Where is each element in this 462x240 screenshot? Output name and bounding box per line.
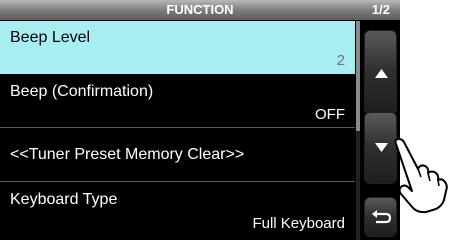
menu-item-beep-level[interactable]: Beep Level 2 xyxy=(0,21,355,74)
up-arrow-icon xyxy=(375,69,388,78)
menu-item-value: 2 xyxy=(336,52,345,69)
menu-item-label: Keyboard Type xyxy=(10,191,118,208)
page-title: FUNCTION xyxy=(166,2,234,17)
menu-item-value: OFF xyxy=(315,106,345,123)
menu-item-label: <<Tuner Preset Memory Clear>> xyxy=(10,146,245,163)
scroll-up-button[interactable] xyxy=(364,30,397,115)
menu-item-keyboard-type[interactable]: Keyboard Type Full Keyboard xyxy=(0,183,355,236)
scrollbar[interactable] xyxy=(356,21,360,240)
scrollbar-thumb[interactable] xyxy=(356,21,360,131)
menu-item-beep-confirmation[interactable]: Beep (Confirmation) OFF xyxy=(0,75,355,128)
page-indicator: 1/2 xyxy=(371,2,390,17)
menu-list: Beep Level 2 Beep (Confirmation) OFF <<T… xyxy=(0,21,360,240)
pointing-hand-icon xyxy=(394,138,448,214)
title-bar: FUNCTION 1/2 xyxy=(0,0,400,20)
menu-item-label: Beep Level xyxy=(10,29,91,46)
menu-item-tuner-preset-memory-clear[interactable]: <<Tuner Preset Memory Clear>> xyxy=(0,129,355,182)
function-screen: FUNCTION 1/2 Beep Level 2 Beep (Confirma… xyxy=(0,0,400,240)
menu-item-label: Beep (Confirmation) xyxy=(10,83,154,100)
menu-item-value: Full Keyboard xyxy=(252,215,345,232)
